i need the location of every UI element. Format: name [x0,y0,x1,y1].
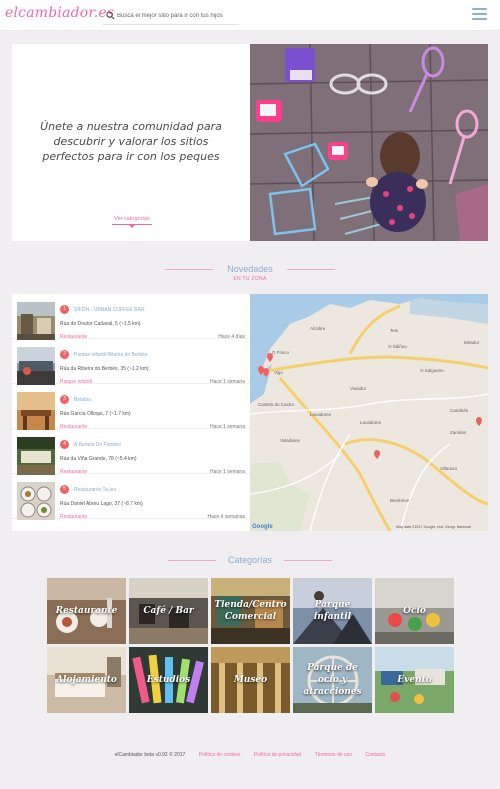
place-name[interactable]: Restaurante Ta-jeu [74,487,116,493]
novedades-heading: Novedades EN TU ZONA [0,264,500,282]
category-label: Café / Bar [143,606,194,616]
top-bar: elcambiador.es [0,0,500,31]
place-name[interactable]: Parque infantil Ribeira do Berbés [74,352,147,358]
category-label: Parque de ocio y atracciones [303,663,362,697]
novedades-title: Novedades [227,264,273,274]
category-parque-ocio-atracciones[interactable]: Parque de ocio y atracciones [293,647,372,713]
item-number: 5 [60,485,69,494]
categorias-heading: Categorías [0,555,500,565]
list-item[interactable]: 2 Parque infantil Ribeira do Berbés Rúa … [12,339,250,385]
svg-text:Vixiador: Vixiador [350,386,367,391]
place-name[interactable]: A Buraca Do Pantero [74,442,121,448]
category-estudios[interactable]: Estudios [129,647,208,713]
place-thumbnail [17,437,55,475]
svg-text:Zamáns: Zamáns [450,430,467,435]
list-item[interactable]: 3 Betabia Rúa García Olloqui, 7 (~1.7 km… [12,384,250,430]
chevron-down-icon [129,225,135,228]
place-time: Hace 4 semanas [207,514,245,520]
svg-text:Lavadores: Lavadores [310,412,332,417]
item-number: 3 [60,395,69,404]
place-name[interactable]: Betabia [74,397,91,403]
category-label: Museo [233,675,268,685]
category-label: Tienda/Centro Comercial [214,600,287,622]
category-label: Parque infantil [313,600,352,622]
hero-text-panel: Únete a nuestra comunidad para descubrir… [12,44,250,241]
categorias-title: Categorías [227,555,273,565]
place-address: Rúa da Viña Grande, 78 (~5.4 km) [60,456,137,462]
category-label: Estudios [146,675,191,685]
svg-text:Teis: Teis [390,328,399,333]
footer-link-terms[interactable]: Términos de uso [315,752,352,758]
place-address: Rúa Daniel Abreu Lago, 37 (~8.7 km) [60,501,143,507]
place-name[interactable]: SIFÓN - URBAN COFFEE BAR [74,307,145,313]
place-address: Rúa do Doutor Cadaval, 5 (~1.5 km) [60,321,141,327]
item-number: 1 [60,305,69,314]
item-number: 2 [60,350,69,359]
hero-title: Únete a nuestra comunidad para descubrir… [40,120,222,163]
svg-text:Lavadores: Lavadores [360,420,382,425]
svg-text:Map data ©2017 Google, Inst. G: Map data ©2017 Google, Inst. Geogr. Naci… [396,525,471,529]
svg-text:Mirador: Mirador [464,340,480,345]
category-label: Evento [397,675,432,685]
place-thumbnail [17,392,55,430]
list-item[interactable]: 1 SIFÓN - URBAN COFFEE BAR Rúa do Doutor… [12,294,250,340]
footer: elCambiador beta v0.92 © 2017 Política d… [0,752,500,758]
novedades-list: 1 SIFÓN - URBAN COFFEE BAR Rúa do Doutor… [12,294,250,531]
footer-link-cookies[interactable]: Política de cookies [199,752,241,758]
svg-text:Bembrive: Bembrive [390,498,410,503]
search-icon [106,11,115,20]
category-grid: Restaurante Café / Bar Tienda/Centro Com… [47,578,454,713]
category-label: Restaurante [55,606,118,616]
category-museo[interactable]: Museo [211,647,290,713]
list-item[interactable]: 5 Restaurante Ta-jeu Rúa Daniel Abreu La… [12,474,250,520]
category-alojamiento[interactable]: Alojamiento [47,647,126,713]
site-logo[interactable]: elcambiador.es [5,5,114,21]
svg-text:O Salgueiro: O Salgueiro [420,368,444,373]
place-address: Rúa García Olloqui, 7 (~1.7 km) [60,411,131,417]
category-label: Ocio [403,606,426,616]
svg-text:Google: Google [252,524,273,530]
place-thumbnail [17,302,55,340]
novedades-panel: 1 SIFÓN - URBAN COFFEE BAR Rúa do Doutor… [12,294,488,531]
copyright-text: elCambiador beta v0.92 © 2017 [114,752,186,758]
svg-text:Vigo: Vigo [274,370,283,375]
item-number: 4 [60,440,69,449]
category-parque-infantil[interactable]: Parque infantil [293,578,372,644]
list-item[interactable]: 4 A Buraca Do Pantero Rúa da Viña Grande… [12,429,250,475]
footer-link-contact[interactable]: Contacto [365,752,385,758]
place-address: Rúa da Ribeira do Berbés, 35 (~1.2 km) [60,366,149,372]
search-input[interactable] [117,9,237,23]
hero-banner: Únete a nuestra comunidad para descubrir… [12,44,488,241]
category-restaurante[interactable]: Restaurante [47,578,126,644]
place-thumbnail [17,482,55,520]
svg-text:O Sáiñoo: O Sáiñoo [388,344,407,349]
svg-text:Alcabre: Alcabre [310,326,326,331]
category-tienda-centro-comercial[interactable]: Tienda/Centro Comercial [211,578,290,644]
svg-text:Candeán: Candeán [450,408,469,413]
search-box [103,8,239,25]
see-categories-link[interactable]: Ver categorías [112,216,152,225]
novedades-subtitle: EN TU ZONA [233,276,267,282]
svg-text:Villaraxo: Villaraxo [440,466,458,471]
category-evento[interactable]: Evento [375,647,454,713]
place-thumbnail [17,347,55,385]
footer-link-privacy[interactable]: Política de privacidad [254,752,302,758]
category-ocio[interactable]: Ocio [375,578,454,644]
svg-text:Valadares: Valadares [280,438,301,443]
svg-text:O Frisco: O Frisco [272,350,289,355]
svg-text:Castelo do Castro: Castelo do Castro [258,402,295,407]
category-label: Alojamiento [56,675,117,685]
map-view[interactable]: Teis Vigo Castelo do Castro Lavadores O … [250,294,488,531]
category-cafe-bar[interactable]: Café / Bar [129,578,208,644]
place-category[interactable]: Restaurante [60,514,87,520]
hero-image [250,44,488,241]
menu-icon[interactable] [472,8,487,21]
